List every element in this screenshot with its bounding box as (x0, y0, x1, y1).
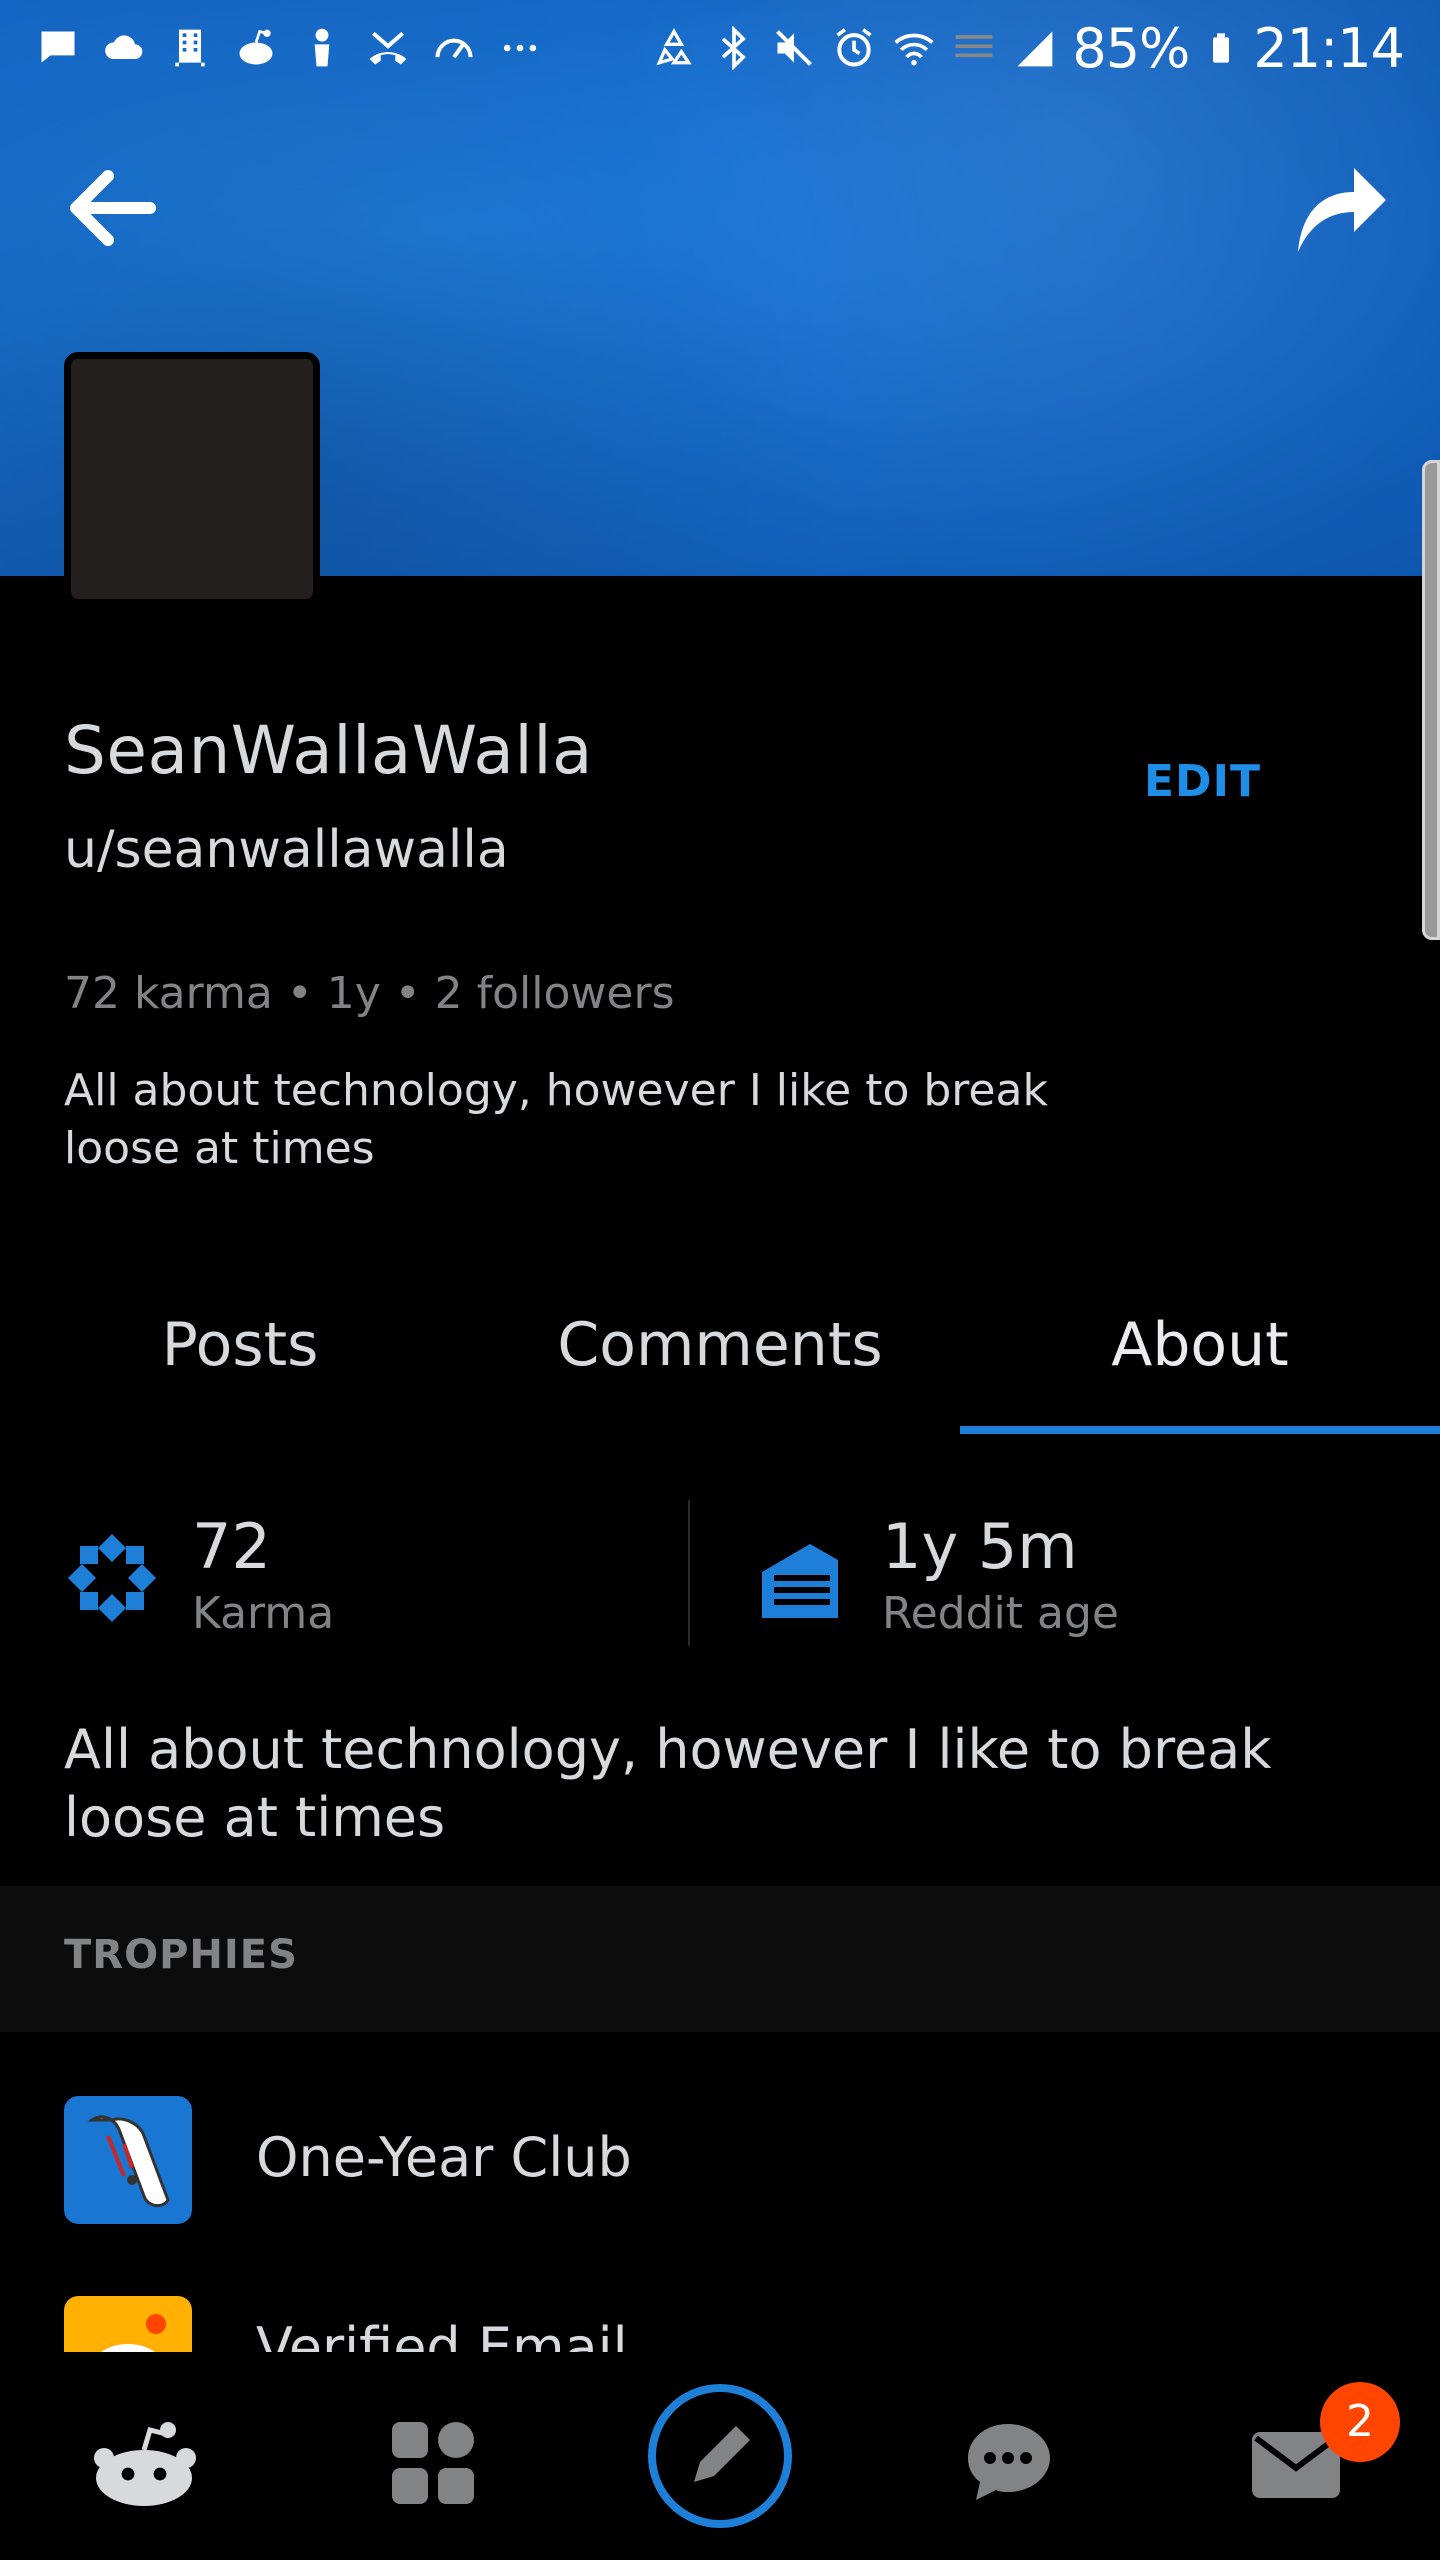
alarm-icon (836, 28, 872, 67)
bluetooth-icon (722, 26, 747, 70)
lte-icon (956, 35, 993, 58)
edit-button[interactable]: EDIT (1144, 756, 1261, 807)
message-icon (41, 31, 75, 63)
cloud-icon (105, 35, 143, 59)
reddit-age-label: Reddit age (882, 1588, 1119, 1639)
back-button[interactable] (64, 168, 156, 248)
more-dots-icon (503, 44, 537, 52)
recycle-icon (656, 28, 693, 66)
mute-icon (776, 30, 813, 66)
bottom-navigation: 2 (0, 2352, 1440, 2560)
home-icon[interactable] (92, 2422, 198, 2508)
active-tab-indicator (960, 1426, 1440, 1434)
stat-divider (688, 1500, 690, 1646)
scroll-trophy-icon (64, 2096, 192, 2224)
battery-percent: 85% (1072, 16, 1190, 80)
clock: 21:14 (1253, 16, 1405, 80)
reddit-age-value: 1y 5m (882, 1510, 1078, 1583)
scrollbar[interactable] (1422, 460, 1440, 940)
profile-bio: All about technology, however I like to … (64, 1065, 1048, 1174)
trophies-header: TROPHIES (0, 1886, 1440, 2032)
tab-posts[interactable]: Posts (0, 1310, 480, 1380)
about-bio: All about technology, however I like to … (64, 1718, 1272, 1849)
inbox-badge: 2 (1320, 2382, 1400, 2462)
create-post-icon[interactable] (646, 2382, 794, 2530)
missed-call-icon (369, 31, 407, 65)
display-name: SeanWallaWalla (64, 712, 593, 789)
karma-label: Karma (192, 1588, 335, 1639)
building-icon (175, 29, 205, 67)
trophy-name: Verified Email (256, 2316, 628, 2352)
signal-icon (1017, 31, 1053, 67)
verified-email-trophy-icon (64, 2296, 192, 2352)
avatar[interactable] (64, 352, 320, 606)
trophy-item[interactable]: Verified Email (0, 2260, 1440, 2352)
karma-value: 72 (192, 1510, 271, 1583)
username: u/seanwallawalla (64, 820, 509, 880)
trophy-name: One-Year Club (256, 2126, 632, 2189)
share-button[interactable] (1290, 160, 1390, 256)
status-bar: 85% 21:14 (0, 0, 1440, 96)
reddit-icon (239, 29, 273, 65)
communities-icon[interactable] (392, 2422, 474, 2504)
trophies-label: TROPHIES (64, 1932, 298, 1978)
tab-about[interactable]: About (960, 1310, 1440, 1380)
battery-icon (1213, 33, 1230, 63)
cake-icon (762, 1544, 838, 1618)
profile-tabs: Posts Comments About (0, 1290, 1440, 1438)
person-icon (314, 28, 330, 67)
chat-icon[interactable] (964, 2420, 1054, 2504)
profile-stats-line: 72 karma • 1y • 2 followers (64, 968, 675, 1019)
speedometer-icon (435, 38, 473, 59)
tab-comments[interactable]: Comments (480, 1310, 960, 1380)
wifi-icon (894, 33, 934, 66)
karma-icon (68, 1534, 156, 1622)
trophy-item[interactable]: One-Year Club (0, 2060, 1440, 2260)
